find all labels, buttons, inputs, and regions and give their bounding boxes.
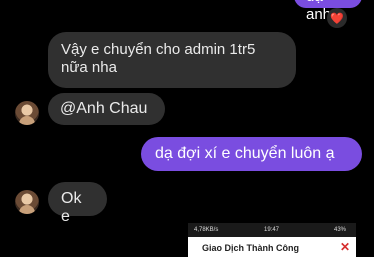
heart-reaction-icon[interactable]: ❤️ (327, 8, 347, 28)
message-text: Ok e (61, 190, 82, 225)
outgoing-message-bubble[interactable]: dạ đợi xí e chuyển luôn ạ (141, 137, 362, 171)
transaction-sheet: Giao Dịch Thành Công ✕ (188, 237, 356, 257)
status-time: 19:47 (264, 227, 280, 233)
sender-avatar[interactable] (15, 101, 39, 125)
message-text: @Anh Chau (60, 100, 148, 117)
phone-status-bar: 4,78KB/s 19:47 43% (188, 223, 356, 237)
battery-level: 43% (333, 227, 346, 233)
message-text: Vậy e chuyển cho admin 1tr5 nữa nha (61, 41, 256, 76)
incoming-message-bubble[interactable]: @Anh Chau (48, 93, 165, 125)
attached-image[interactable]: 4,78KB/s 19:47 43% Giao Dịch Thành Công … (188, 223, 356, 257)
sheet-title: Giao Dịch Thành Công (202, 243, 299, 253)
network-speed: 4,78KB/s (194, 227, 219, 233)
outgoing-message-bubble[interactable]: dạ anh (294, 0, 362, 23)
incoming-message-bubble[interactable]: Vậy e chuyển cho admin 1tr5 nữa nha (48, 32, 296, 88)
message-text: dạ đợi xí e chuyển luôn ạ (155, 145, 335, 162)
sender-avatar[interactable] (15, 190, 39, 214)
incoming-message-bubble[interactable]: Ok e (48, 182, 107, 225)
close-icon[interactable]: ✕ (340, 241, 350, 253)
